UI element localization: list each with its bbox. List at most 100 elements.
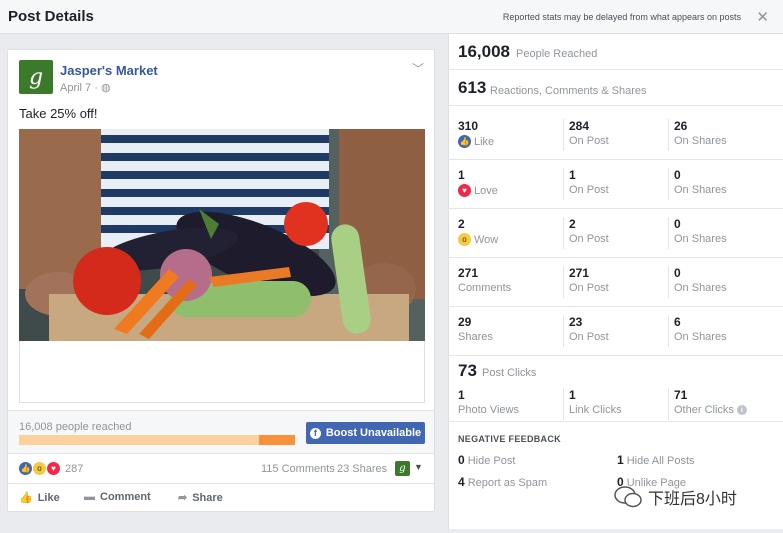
comments-on-post: 271 <box>569 266 590 280</box>
love-on-post-label: On Post <box>569 184 609 196</box>
shares-on-shares-label: On Shares <box>674 331 727 343</box>
dialog-header: Post Details Reported stats may be delay… <box>0 0 783 34</box>
hide-all-count: 1 <box>617 453 624 467</box>
comments-post-cell: 271 On Post <box>563 266 668 298</box>
link-clicks-label: Link Clicks <box>569 404 622 416</box>
post-actions: 👍 Like ▬ Comment ➦ Share <box>8 485 434 511</box>
acting-as-avatar[interactable]: g <box>395 461 410 476</box>
chevron-down-icon[interactable]: ﹀ <box>412 60 424 77</box>
reaction-icons[interactable]: 👍 o ♥ <box>19 462 61 475</box>
love-on-post: 1 <box>569 168 576 182</box>
comment-button[interactable]: ▬ Comment <box>84 491 151 503</box>
hide-all-stat: 1 Hide All Posts <box>617 453 695 467</box>
people-reached-label: People Reached <box>516 48 598 60</box>
photo-views: 1 <box>458 388 465 402</box>
thumbs-up-icon: 👍 <box>19 492 33 504</box>
wechat-icon <box>614 486 642 508</box>
reaction-count[interactable]: 287 <box>65 463 83 475</box>
love-reaction-icon: ♥ <box>47 462 60 475</box>
shares-shares-cell: 6 On Shares <box>668 315 778 347</box>
comments-count[interactable]: 115 Comments <box>261 463 335 475</box>
share-icon: ➦ <box>178 492 188 504</box>
shares-on-post-label: On Post <box>569 331 609 343</box>
engagement-row: 613 Reactions, Comments & Shares <box>449 70 783 106</box>
reactions-summary: 👍 o ♥ 287 115 Comments 23 Shares g ▼ <box>8 454 434 484</box>
like-shares-cell: 26 On Shares <box>668 119 778 151</box>
love-shares-cell: 0 On Shares <box>668 168 778 200</box>
post-card: g Jasper's Market April 7 · ◍ ﹀ Take 25%… <box>7 49 435 512</box>
other-clicks-label: Other Clicks <box>674 404 734 416</box>
boost-button[interactable]: f Boost Unavailable <box>306 422 425 444</box>
post-text: Take 25% off! <box>19 106 98 121</box>
like-button[interactable]: 👍 Like <box>19 491 60 505</box>
comments-stats-row: 271 Comments 271 On Post 0 On Shares <box>449 258 783 307</box>
shares-count[interactable]: 23 Shares <box>337 463 387 475</box>
dialog-title: Post Details <box>8 8 94 25</box>
shares-total-cell: 29 Shares <box>458 315 564 347</box>
like-post-cell: 284 On Post <box>563 119 668 151</box>
caret-down-icon[interactable]: ▼ <box>414 462 423 472</box>
comments-on-post-label: On Post <box>569 282 609 294</box>
photo-views-cell: 1 Photo Views <box>458 388 564 420</box>
like-on-shares-label: On Shares <box>674 135 727 147</box>
avatar-letter: g <box>28 64 44 90</box>
people-reached-row: 16,008 People Reached <box>449 34 783 70</box>
love-stats-row: 1 ♥ Love 1 On Post 0 On Shares <box>449 160 783 209</box>
like-total-cell: 310 👍 Like <box>458 119 564 151</box>
post-photo[interactable] <box>19 129 425 341</box>
engagement-number: 613 <box>458 78 487 97</box>
negative-feedback-title: NEGATIVE FEEDBACK <box>458 434 561 444</box>
like-on-shares: 26 <box>674 119 688 133</box>
wow-on-post: 2 <box>569 217 576 231</box>
wow-stats-row: 2 o Wow 2 On Post 0 On Shares <box>449 209 783 258</box>
boost-label: Boost Unavailable <box>325 427 422 439</box>
comments-total-cell: 271 Comments <box>458 266 564 298</box>
watermark-text: 下班后8小时 <box>648 491 737 508</box>
reach-label: 16,008 people reached <box>19 421 132 433</box>
link-clicks: 1 <box>569 388 576 402</box>
wow-total-cell: 2 o Wow <box>458 217 564 249</box>
shares-total: 29 <box>458 315 472 329</box>
like-stats-row: 310 👍 Like 284 On Post 26 On Shares <box>449 111 783 160</box>
other-clicks-cell: 71 Other Clicks i <box>668 388 778 420</box>
love-total-cell: 1 ♥ Love <box>458 168 564 200</box>
like-total: 310 <box>458 119 479 133</box>
link-preview-area[interactable] <box>19 341 425 403</box>
comments-shares-cell: 0 On Shares <box>668 266 778 298</box>
love-total-label: Love <box>474 184 498 197</box>
shares-post-cell: 23 On Post <box>563 315 668 347</box>
comment-icon: ▬ <box>84 491 95 503</box>
engagement-label: Reactions, Comments & Shares <box>490 85 647 97</box>
shares-on-shares: 6 <box>674 315 681 329</box>
post-meta: April 7 · ◍ <box>60 81 111 94</box>
page-avatar[interactable]: g <box>19 60 53 94</box>
facebook-icon: f <box>309 427 321 439</box>
wow-shares-cell: 0 On Shares <box>668 217 778 249</box>
share-button[interactable]: ➦ Share <box>178 491 223 505</box>
photo-views-label: Photo Views <box>458 404 519 416</box>
spam-label: Report as Spam <box>467 477 548 489</box>
close-icon[interactable]: ✕ <box>756 8 769 26</box>
stats-panel: 16,008 People Reached 613 Reactions, Com… <box>448 34 783 529</box>
love-post-cell: 1 On Post <box>563 168 668 200</box>
shares-stats-row: 29 Shares 23 On Post 6 On Shares <box>449 307 783 356</box>
hide-post-count: 0 <box>458 453 465 467</box>
love-on-shares-label: On Shares <box>674 184 727 196</box>
love-total: 1 <box>458 168 465 182</box>
reach-bar-fill <box>259 435 295 445</box>
page-name-link[interactable]: Jasper's Market <box>60 63 158 78</box>
wow-post-cell: 2 On Post <box>563 217 668 249</box>
wow-reaction-icon: o <box>33 462 46 475</box>
info-icon[interactable]: i <box>736 405 747 415</box>
other-clicks: 71 <box>674 388 688 402</box>
wow-on-post-label: On Post <box>569 233 609 245</box>
post-clicks-label: Post Clicks <box>482 367 537 379</box>
wow-on-shares: 0 <box>674 217 681 231</box>
comments-total: 271 <box>458 266 479 280</box>
clicks-breakdown-row: 1 Photo Views 1 Link Clicks 71 Other Clicks… <box>449 380 783 422</box>
hide-all-label: Hide All Posts <box>626 455 695 467</box>
like-total-label: Like <box>474 135 495 148</box>
spam-stat: 4 Report as Spam <box>458 475 547 489</box>
love-on-shares: 0 <box>674 168 681 182</box>
wow-on-shares-label: On Shares <box>674 233 727 245</box>
